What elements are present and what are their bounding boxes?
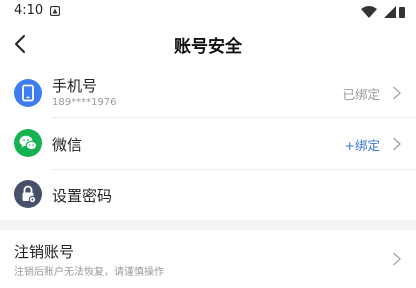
status-bar: 4:10 bbox=[0, 0, 416, 24]
wechat-row[interactable]: 微信 +绑定 bbox=[0, 118, 416, 168]
phone-icon bbox=[14, 79, 42, 107]
chevron-right-icon bbox=[393, 137, 401, 151]
status-time: 4:10 bbox=[14, 3, 44, 18]
cancel-account-hint: 注销后账户无法恢复，请谨慎操作 bbox=[14, 267, 164, 278]
set-password-label: 设置密码 bbox=[52, 187, 113, 205]
phone-row[interactable]: 手机号 189****1976 已绑定 bbox=[0, 70, 416, 116]
set-password-row[interactable]: 设置密码 bbox=[0, 170, 416, 218]
wechat-icon bbox=[14, 129, 42, 157]
status-icons bbox=[361, 6, 405, 18]
chevron-right-icon bbox=[393, 86, 401, 100]
phone-label: 手机号 bbox=[52, 77, 98, 95]
phone-bind-status: 已绑定 bbox=[342, 87, 380, 102]
app-notification-icon bbox=[50, 6, 60, 16]
battery-icon bbox=[399, 7, 405, 18]
wechat-label: 微信 bbox=[52, 136, 83, 154]
cancel-account-row[interactable]: 注销账号 注销后账户无法恢复，请谨慎操作 bbox=[0, 234, 416, 286]
wechat-bind-link[interactable]: +绑定 bbox=[345, 135, 380, 154]
chevron-right-icon bbox=[393, 252, 401, 266]
cancel-account-label: 注销账号 bbox=[14, 243, 75, 261]
lock-icon bbox=[14, 180, 42, 208]
signal-icon bbox=[384, 6, 396, 18]
phone-number: 189****1976 bbox=[52, 97, 117, 108]
wifi-icon bbox=[361, 6, 377, 18]
header: 账号安全 bbox=[0, 28, 416, 60]
section-gap bbox=[0, 220, 416, 230]
page-title: 账号安全 bbox=[174, 37, 242, 57]
